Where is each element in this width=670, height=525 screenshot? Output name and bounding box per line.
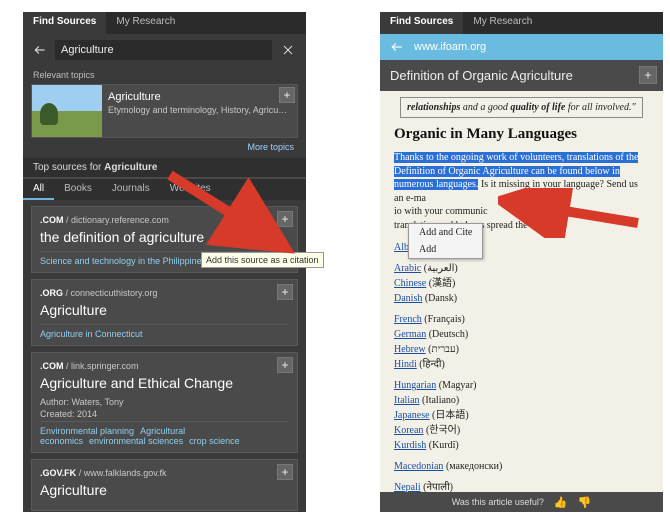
- tab-my-research[interactable]: My Research: [106, 12, 185, 34]
- add-source-button[interactable]: +: [277, 284, 293, 300]
- relevant-topics-label: Relevant topics: [23, 66, 306, 82]
- language-link[interactable]: Macedonian: [394, 461, 443, 472]
- card-domain: .COM / dictionary.reference.com: [40, 215, 289, 225]
- add-topic-button[interactable]: +: [279, 87, 295, 103]
- card-domain: .ORG / connecticuthistory.org: [40, 288, 289, 298]
- clear-icon[interactable]: [278, 40, 298, 60]
- source-card[interactable]: .COM / link.springer.com Agriculture and…: [31, 352, 298, 453]
- language-link[interactable]: German: [394, 329, 426, 340]
- card-tags: Agriculture in Connecticut: [40, 324, 289, 339]
- add-page-button[interactable]: +: [639, 66, 657, 84]
- back-icon[interactable]: [388, 38, 406, 56]
- language-link[interactable]: Korean: [394, 425, 423, 436]
- language-link[interactable]: Japanese: [394, 410, 430, 421]
- add-source-tooltip: Add this source as a citation: [201, 252, 324, 268]
- language-link[interactable]: Kurdish: [394, 440, 426, 451]
- filter-books[interactable]: Books: [54, 179, 102, 200]
- card-tags: Environmental planningAgricultural econo…: [40, 421, 289, 446]
- topic-card[interactable]: Agriculture Etymology and terminology, H…: [31, 84, 298, 138]
- language-link[interactable]: Hungarian: [394, 380, 436, 391]
- source-card[interactable]: .GOV.FK / www.falklands.gov.fk Agricultu…: [31, 459, 298, 511]
- filter-websites[interactable]: Websites: [160, 179, 221, 200]
- context-add-and-cite[interactable]: Add and Cite: [409, 224, 482, 241]
- tab-find-sources[interactable]: Find Sources: [380, 12, 463, 34]
- source-reader-pane: Find Sources My Research www.ifoam.org D…: [380, 12, 663, 512]
- more-topics-link[interactable]: More topics: [23, 140, 306, 158]
- language-link[interactable]: Hindi: [394, 359, 417, 370]
- card-created: Created: 2014: [40, 409, 289, 419]
- card-title: Agriculture: [40, 302, 289, 318]
- tab-my-research[interactable]: My Research: [463, 12, 542, 34]
- card-title: Agriculture: [40, 482, 289, 498]
- topic-subtitle: Etymology and terminology, History, Agri…: [108, 105, 291, 115]
- tab-find-sources[interactable]: Find Sources: [23, 12, 106, 34]
- thumbs-down-icon[interactable]: 👎: [578, 496, 592, 509]
- card-title: Agriculture and Ethical Change: [40, 375, 289, 391]
- topic-title: Agriculture: [108, 91, 291, 103]
- language-list: Albanian (Shqip)Arabic (العربية)Chinese …: [394, 240, 649, 501]
- add-source-button[interactable]: +: [277, 357, 293, 373]
- tab-bar: Find Sources My Research: [23, 12, 306, 34]
- filter-journals[interactable]: Journals: [102, 179, 160, 200]
- context-menu[interactable]: Add and Cite Add: [408, 223, 483, 259]
- context-add[interactable]: Add: [409, 241, 482, 258]
- filter-all[interactable]: All: [23, 179, 54, 200]
- search-row: [23, 34, 306, 66]
- url-bar: www.ifoam.org: [380, 34, 663, 60]
- source-filter-bar: All Books Journals Websites: [23, 179, 306, 200]
- article-paragraph: Thanks to the ongoing work of volunteers…: [394, 151, 649, 232]
- search-input[interactable]: [55, 40, 272, 60]
- language-link[interactable]: French: [394, 314, 422, 325]
- card-domain: .GOV.FK / www.falklands.gov.fk: [40, 468, 289, 478]
- article-body[interactable]: relationships and a good quality of life…: [380, 91, 663, 501]
- url-text: www.ifoam.org: [414, 41, 486, 53]
- language-link[interactable]: Arabic: [394, 263, 421, 274]
- card-author: Author: Waters, Tony: [40, 397, 289, 407]
- card-title: the definition of agriculture: [40, 229, 289, 245]
- thumbs-up-icon[interactable]: 👍: [554, 496, 568, 509]
- add-source-button[interactable]: +: [277, 211, 293, 227]
- language-link[interactable]: Chinese: [394, 278, 426, 289]
- article-title-bar: Definition of Organic Agriculture +: [380, 60, 663, 91]
- topic-thumbnail: [32, 85, 102, 137]
- top-sources-header: Top sources for Agriculture: [23, 158, 306, 179]
- source-card[interactable]: .ORG / connecticuthistory.org Agricultur…: [31, 279, 298, 346]
- card-domain: .COM / link.springer.com: [40, 361, 289, 371]
- quote-box: relationships and a good quality of life…: [400, 97, 643, 118]
- language-link[interactable]: Hebrew: [394, 344, 426, 355]
- back-icon[interactable]: [31, 41, 49, 59]
- language-link[interactable]: Italian: [394, 395, 420, 406]
- add-source-button[interactable]: +: [277, 464, 293, 480]
- article-footer: Was this article useful? 👍 👎: [380, 492, 663, 512]
- article-heading: Organic in Many Languages: [394, 126, 649, 143]
- language-link[interactable]: Danish: [394, 293, 422, 304]
- tab-bar: Find Sources My Research: [380, 12, 663, 34]
